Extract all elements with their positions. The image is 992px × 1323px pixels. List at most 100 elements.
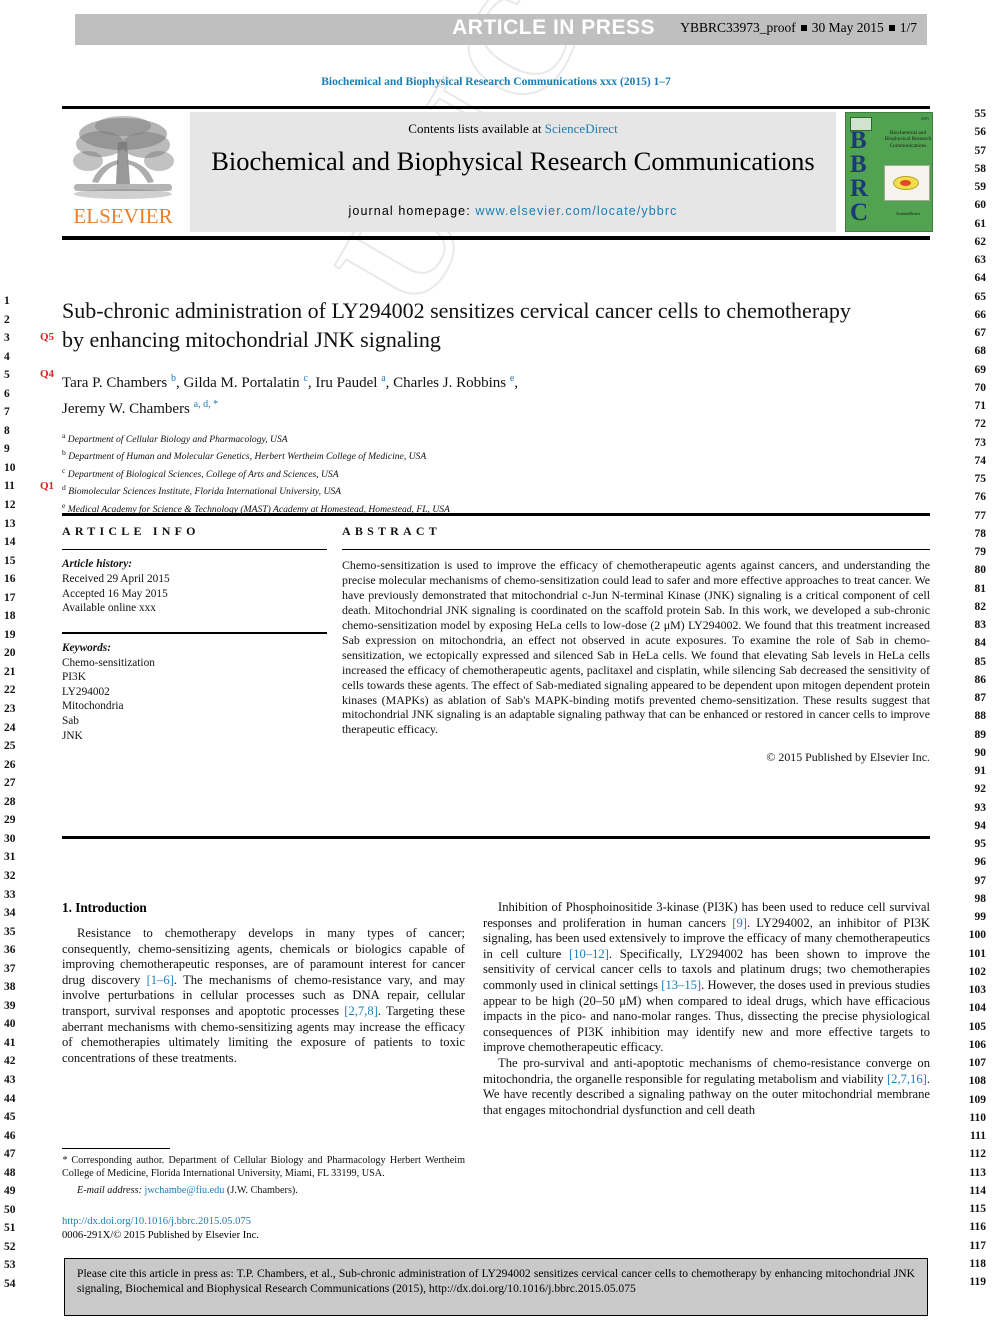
- body-paragraph: Resistance to chemotherapy develops in m…: [62, 926, 465, 1065]
- email-label: E-mail address:: [77, 1184, 142, 1196]
- line-number: 67: [974, 327, 987, 339]
- line-number: 63: [974, 254, 987, 266]
- line-number: 7: [4, 406, 10, 419]
- line-number: 55: [974, 108, 987, 120]
- sciencedirect-link[interactable]: ScienceDirect: [545, 121, 618, 136]
- line-number: 108: [968, 1075, 986, 1088]
- history-item: Accepted 16 May 2015: [62, 587, 168, 600]
- affiliation-marker: a: [62, 431, 66, 440]
- body-column-right: Inhibition of Phosphoinositide 3-kinase …: [483, 900, 930, 1118]
- line-number: 38: [4, 981, 16, 994]
- line-number: 115: [969, 1203, 986, 1215]
- cite-this-article-box: Please cite this article in press as: T.…: [64, 1258, 928, 1316]
- line-number: 57: [974, 144, 987, 157]
- line-number: 37: [4, 962, 16, 975]
- line-number: 73: [974, 436, 987, 449]
- line-number: 77: [974, 509, 987, 522]
- line-numbers-left: 1 2 3 4 5 6 7 8 9 10 11 12 13 14 15 16 17 18 19 20 21 22 23 24 2…: [4, 292, 44, 1294]
- line-number: 72: [974, 418, 987, 431]
- article-info-heading: ARTICLE INFO: [62, 524, 200, 538]
- line-number: 118: [969, 1257, 986, 1270]
- line-number: 13: [4, 517, 16, 530]
- cover-nucleus-shape: [900, 180, 911, 186]
- line-number: 31: [4, 851, 16, 864]
- line-number: 114: [969, 1184, 986, 1197]
- line-number: 105: [968, 1020, 986, 1033]
- introduction-heading: 1. Introduction: [62, 900, 147, 915]
- line-number: 18: [4, 610, 16, 623]
- line-number: 61: [974, 217, 987, 230]
- line-number: 20: [4, 647, 16, 660]
- email-link[interactable]: jwchambe@fiu.edu: [145, 1185, 225, 1196]
- running-journal-title: Biochemical and Biophysical Research Com…: [321, 76, 671, 88]
- line-number: 99: [974, 911, 987, 923]
- abstract-column: ABSTRACT Chemo-sensitization is used to …: [342, 524, 930, 765]
- line-number: 52: [4, 1240, 16, 1253]
- line-number: 36: [4, 944, 16, 957]
- line-number: 23: [4, 703, 16, 716]
- footnote-rule: [62, 1148, 170, 1150]
- doi-block: http://dx.doi.org/10.1016/j.bbrc.2015.05…: [62, 1215, 465, 1243]
- line-number: 103: [968, 984, 986, 996]
- abstract-bottom-rule: [62, 836, 930, 839]
- line-number: 76: [974, 491, 987, 504]
- affiliation-marker: c: [62, 465, 66, 475]
- line-number: 97: [974, 874, 987, 887]
- line-number: 84: [974, 637, 987, 650]
- homepage-label: journal homepage:: [348, 204, 476, 218]
- line-number: 14: [4, 536, 16, 549]
- line-number: 81: [974, 582, 987, 595]
- query-tag-q1[interactable]: Q1: [40, 480, 54, 492]
- line-number: 44: [4, 1092, 16, 1105]
- line-number: 83: [974, 619, 987, 631]
- keywords-rule: [62, 631, 327, 634]
- line-number: 21: [4, 665, 16, 678]
- line-number: 54: [4, 1277, 16, 1290]
- line-number: 65: [974, 290, 987, 303]
- affiliation-item: d Biomolecular Sciences Institute, Flori…: [62, 483, 342, 498]
- line-number: 40: [4, 1018, 16, 1031]
- line-number: 22: [4, 684, 16, 697]
- journal-masthead-panel: Contents lists available at ScienceDirec…: [190, 112, 836, 232]
- keyword-item: Mitochondria: [62, 700, 124, 713]
- line-number: 85: [974, 655, 987, 668]
- affiliation-item: b Department of Human and Molecular Gene…: [62, 448, 427, 463]
- square-bullet-icon: [888, 24, 895, 31]
- article-in-press-banner: ARTICLE IN PRESS YBBRC33973_proof 30 May …: [75, 14, 927, 45]
- line-number: 119: [969, 1276, 986, 1288]
- line-number: 102: [968, 965, 986, 978]
- homepage-url[interactable]: www.elsevier.com/locate/ybbrc: [475, 204, 677, 218]
- footnote-block: * Corresponding author. Department of Ce…: [62, 1154, 465, 1197]
- line-number: 4: [4, 350, 10, 363]
- doi-link[interactable]: http://dx.doi.org/10.1016/j.bbrc.2015.05…: [62, 1215, 465, 1229]
- line-number: 17: [4, 591, 16, 604]
- body-column-left: 1. Introduction Resistance to chemothera…: [62, 900, 465, 1066]
- line-number: 56: [974, 126, 987, 139]
- keyword-item: Chemo-sensitization: [62, 656, 155, 669]
- affiliation-item: c Department of Biological Sciences, Col…: [62, 465, 339, 480]
- line-number: 59: [974, 181, 987, 193]
- journal-cover-thumbnail: ISSN BBRC Biochemical and Biophysical Re…: [845, 112, 933, 232]
- elsevier-wordmark: ELSEVIER: [73, 204, 173, 228]
- line-numbers-right: 55 56 57 58 59 60 61 62 63 64 65 66 67 68 69 70 71 72 73 74…: [944, 105, 986, 1291]
- query-tag-q5[interactable]: Q5: [40, 331, 54, 343]
- body-paragraph: Inhibition of Phosphoinositide 3-kinase …: [483, 900, 931, 1055]
- title-block: Sub-chronic administration of LY294002 s…: [62, 296, 862, 516]
- line-number: 42: [4, 1055, 16, 1068]
- line-number: 113: [969, 1166, 986, 1179]
- keyword-item: LY294002: [62, 685, 110, 698]
- query-tag-q4[interactable]: Q4: [40, 368, 54, 380]
- line-number: 32: [4, 869, 16, 882]
- line-number: 46: [4, 1129, 16, 1142]
- line-number: 12: [4, 499, 16, 512]
- line-number: 27: [4, 777, 16, 790]
- line-number: 39: [4, 999, 16, 1012]
- line-number: 51: [4, 1222, 16, 1235]
- line-number: 30: [4, 832, 16, 845]
- line-number: 8: [4, 424, 10, 437]
- elsevier-tree-icon: [73, 116, 174, 199]
- line-number: 74: [974, 454, 987, 467]
- line-number: 50: [4, 1203, 16, 1216]
- line-number: 92: [974, 783, 987, 796]
- line-number: 78: [974, 527, 987, 540]
